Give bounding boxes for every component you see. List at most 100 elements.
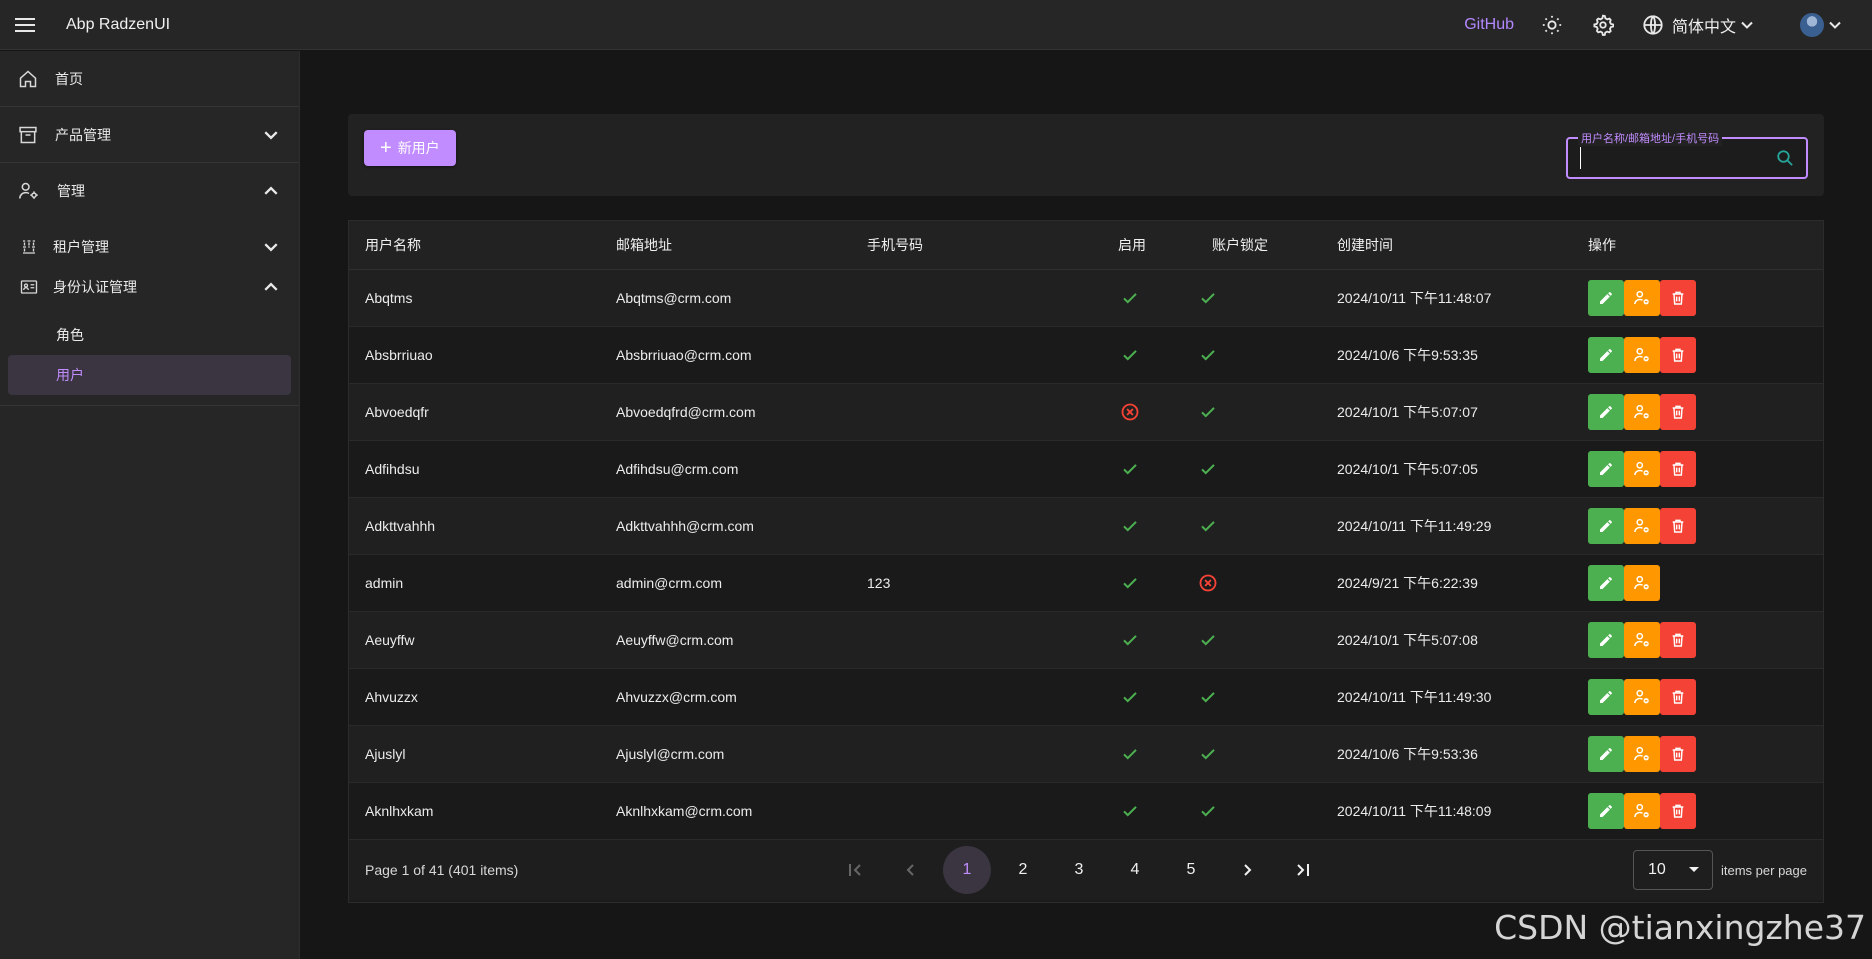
github-link[interactable]: GitHub: [1464, 16, 1514, 34]
cell-enabled: [1102, 799, 1196, 823]
assign-role-button[interactable]: [1624, 622, 1660, 658]
delete-button[interactable]: [1660, 280, 1696, 316]
column-header[interactable]: 手机号码: [851, 235, 1102, 255]
chevron-left-icon: [903, 862, 919, 878]
check-icon: [1196, 685, 1220, 709]
check-icon: [1196, 628, 1220, 652]
sidebar-item-identity[interactable]: 身份认证管理: [0, 267, 299, 307]
edit-button[interactable]: [1588, 394, 1624, 430]
page-size-select[interactable]: 10: [1633, 850, 1713, 890]
delete-button[interactable]: [1660, 736, 1696, 772]
sidebar-item-admin[interactable]: 管理: [0, 163, 299, 219]
table-row[interactable]: admin admin@crm.com 123 2024/9/21 下午6:22:39: [349, 555, 1823, 612]
cell-enabled: [1102, 457, 1196, 481]
tenant-icon: [20, 238, 38, 256]
sun-icon[interactable]: [1540, 13, 1564, 37]
page-button[interactable]: 1: [943, 846, 991, 894]
cell-created: 2024/10/11 下午11:48:07: [1337, 290, 1492, 306]
assign-role-button[interactable]: [1624, 793, 1660, 829]
table-row[interactable]: Ahvuzzx Ahvuzzx@crm.com 2024/10/11 下午11:49…: [349, 669, 1823, 726]
search-icon[interactable]: [1776, 149, 1794, 172]
next-page-button[interactable]: [1223, 846, 1271, 894]
column-header[interactable]: 创建时间: [1321, 235, 1572, 255]
edit-button[interactable]: [1588, 451, 1624, 487]
sidebar-item-home[interactable]: 首页: [0, 51, 299, 107]
assign-role-button[interactable]: [1624, 679, 1660, 715]
first-page-button[interactable]: [831, 846, 879, 894]
assign-role-button[interactable]: [1624, 565, 1660, 601]
column-header[interactable]: 邮箱地址: [600, 235, 851, 255]
assign-role-button[interactable]: [1624, 508, 1660, 544]
chevron-down-icon: [263, 239, 279, 255]
app-title[interactable]: Abp RadzenUI: [66, 16, 170, 34]
check-icon: [1118, 742, 1142, 766]
edit-button[interactable]: [1588, 622, 1624, 658]
edit-button[interactable]: [1588, 793, 1624, 829]
assign-role-button[interactable]: [1624, 736, 1660, 772]
profile-menu[interactable]: [1800, 12, 1842, 37]
new-user-button[interactable]: + 新用户: [364, 130, 456, 166]
menu-icon[interactable]: [13, 13, 37, 37]
cell-lockout: [1196, 286, 1321, 310]
delete-button[interactable]: [1660, 622, 1696, 658]
prev-page-button[interactable]: [887, 846, 935, 894]
edit-button[interactable]: [1588, 337, 1624, 373]
assign-role-button[interactable]: [1624, 451, 1660, 487]
delete-button[interactable]: [1660, 394, 1696, 430]
watermark: CSDN @tianxingzhe37: [1494, 908, 1866, 947]
table-row[interactable]: Ajuslyl Ajuslyl@crm.com 2024/10/6 下午9:53:3…: [349, 726, 1823, 783]
sidebar-item-label: 首页: [55, 70, 83, 87]
language-selector[interactable]: 简体中文: [1642, 13, 1754, 37]
edit-button[interactable]: [1588, 280, 1624, 316]
cell-lockout: [1196, 571, 1321, 596]
top-header: Abp RadzenUI GitHub 简体中文: [0, 0, 1872, 50]
search-field[interactable]: 用户名称/邮箱地址/手机号码: [1566, 130, 1808, 179]
items-per-page-label: items per page: [1721, 862, 1807, 878]
page-button[interactable]: 2: [999, 846, 1047, 894]
delete-button[interactable]: [1660, 337, 1696, 373]
assign-role-button[interactable]: [1624, 337, 1660, 373]
delete-button[interactable]: [1660, 793, 1696, 829]
delete-button[interactable]: [1660, 451, 1696, 487]
last-page-button[interactable]: [1279, 846, 1327, 894]
sidebar-item-users[interactable]: 用户: [8, 355, 291, 395]
language-label: 简体中文: [1671, 18, 1736, 36]
column-header[interactable]: 启用: [1102, 235, 1196, 255]
gear-icon[interactable]: [1591, 13, 1615, 37]
trash-icon: [1670, 461, 1686, 477]
cell-created: 2024/10/11 下午11:48:09: [1337, 803, 1492, 819]
sidebar-item-roles[interactable]: 角色: [8, 315, 291, 355]
edit-button[interactable]: [1588, 736, 1624, 772]
trash-icon: [1670, 347, 1686, 363]
edit-button[interactable]: [1588, 679, 1624, 715]
sidebar-item-tenant[interactable]: 租户管理: [0, 227, 299, 267]
check-icon: [1118, 799, 1142, 823]
toolbar: + 新用户 用户名称/邮箱地址/手机号码: [348, 114, 1824, 196]
delete-button[interactable]: [1660, 508, 1696, 544]
table-row[interactable]: Abqtms Abqtms@crm.com 2024/10/11 下午11:48:0…: [349, 270, 1823, 327]
edit-button[interactable]: [1588, 508, 1624, 544]
edit-button[interactable]: [1588, 565, 1624, 601]
new-user-label: 新用户: [397, 140, 440, 156]
delete-button[interactable]: [1660, 679, 1696, 715]
cell-enabled: [1102, 343, 1196, 367]
sidebar-item-product[interactable]: 产品管理: [0, 107, 299, 163]
cell-created: 2024/10/1 下午5:07:07: [1337, 404, 1478, 420]
table-row[interactable]: Aknlhxkam Aknlhxkam@crm.com 2024/10/11 下午1…: [349, 783, 1823, 840]
check-icon: [1118, 628, 1142, 652]
column-header[interactable]: 账户锁定: [1196, 235, 1321, 255]
search-input[interactable]: [1580, 147, 1760, 169]
assign-role-button[interactable]: [1624, 394, 1660, 430]
table-row[interactable]: Aeuyffw Aeuyffw@crm.com 2024/10/1 下午5:07:0…: [349, 612, 1823, 669]
table-row[interactable]: Adfihdsu Adfihdsu@crm.com 2024/10/1 下午5:07…: [349, 441, 1823, 498]
assign-role-button[interactable]: [1624, 280, 1660, 316]
column-header[interactable]: 用户名称: [349, 235, 600, 255]
page-button[interactable]: 3: [1055, 846, 1103, 894]
table-row[interactable]: Adkttvahhh Adkttvahhh@crm.com 2024/10/11 下…: [349, 498, 1823, 555]
page-button[interactable]: 4: [1111, 846, 1159, 894]
page-button[interactable]: 5: [1167, 846, 1215, 894]
table-row[interactable]: Absbrriuao Absbrriuao@crm.com 2024/10/6 下午…: [349, 327, 1823, 384]
table-row[interactable]: Abvoedqfr Abvoedqfrd@crm.com 2024/10/1 下午5…: [349, 384, 1823, 441]
cell-email: Ahvuzzx@crm.com: [616, 689, 737, 705]
page-size-wrap: 10 items per page: [1633, 850, 1807, 890]
